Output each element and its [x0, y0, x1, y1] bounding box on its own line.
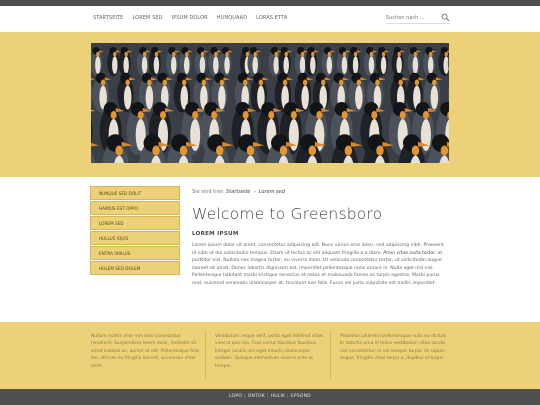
sidebar-item-entra-vibilus[interactable]: Entra vibilus — [90, 246, 180, 260]
sidebar-item-holem-sed-dolem[interactable]: Holem sed dolem — [90, 261, 180, 275]
nav-item-loras-etta[interactable]: Loras etta — [256, 15, 287, 21]
link-separator: | — [244, 394, 246, 399]
breadcrumb-home-link[interactable]: Startseite — [226, 189, 250, 195]
breadcrumb: Sie sind hier: Startseite » Lorem sed — [192, 189, 449, 195]
penguin-colony-photo — [91, 43, 449, 163]
footer: Nullam mattis ante non odio consectetur … — [0, 322, 540, 389]
bottom-bar: Lopo | Ontok | Hulik | Epsond — [0, 389, 540, 405]
main-content: Sie sind hier: Startseite » Lorem sed We… — [192, 189, 449, 288]
bottom-links: Lopo | Ontok | Hulik | Epsond — [0, 394, 540, 399]
sidebar-item-hamius-est-oppo[interactable]: Hamius est oppo — [90, 201, 180, 215]
banner — [0, 32, 540, 177]
breadcrumb-separator: » — [252, 189, 257, 195]
nav-item-hunquaad[interactable]: Hunquaad — [217, 15, 247, 21]
hero-image — [91, 43, 449, 163]
link-separator: | — [266, 394, 269, 399]
footer-divider — [205, 331, 206, 379]
sidebar-item-lorem-sed[interactable]: Lorem sed — [90, 216, 180, 230]
breadcrumb-prefix: Sie sind hier: — [192, 189, 225, 195]
bottom-link-epsond[interactable]: Epsond — [291, 394, 311, 399]
section-heading: Lorem ipsum — [192, 231, 239, 237]
link-separator: | — [287, 394, 289, 399]
nav-item-startseite[interactable]: Startseite — [93, 15, 123, 21]
bottom-link-lopo[interactable]: Lopo — [229, 394, 242, 399]
nav-item-lorem-sed[interactable]: Lorem sed — [132, 15, 162, 21]
bottom-link-ontok[interactable]: Ontok — [248, 394, 265, 399]
body-text-emphasis: Proin vitae nulla tortor, — [383, 250, 437, 256]
footer-column-3: Phasellus pharetra pellentesque nulla eu… — [340, 334, 448, 362]
footer-divider — [330, 331, 331, 379]
bottom-link-hulik[interactable]: Hulik — [271, 394, 285, 399]
nav-item-ipsum-dolor[interactable]: Ipsum dolor — [172, 15, 208, 21]
sidebar-item-nunque-sed-dolit[interactable]: Nunque sed dolit — [90, 186, 180, 200]
search-icon[interactable] — [441, 13, 450, 22]
sidebar: Nunque sed dolit Hamius est oppo Lorem s… — [90, 186, 180, 276]
sidebar-item-hullus-iquis[interactable]: Hullus iquis — [90, 231, 180, 245]
search-input[interactable] — [386, 13, 438, 22]
breadcrumb-current: Lorem sed — [258, 189, 285, 195]
footer-column-1: Nullam mattis ante non odio consectetur … — [91, 334, 200, 369]
page-title: Welcome to Greensboro — [192, 205, 383, 223]
main-nav: Startseite Lorem sed Ipsum dolor Hunquaa… — [93, 15, 296, 21]
search-box — [386, 11, 450, 24]
footer-column-2: Vestibulum neque velit, porta eget eleif… — [215, 334, 325, 369]
header: Startseite Lorem sed Ipsum dolor Hunquaa… — [0, 6, 540, 32]
body-paragraph: Lorem ipsum dolor sit amet, consectetur … — [192, 242, 449, 288]
